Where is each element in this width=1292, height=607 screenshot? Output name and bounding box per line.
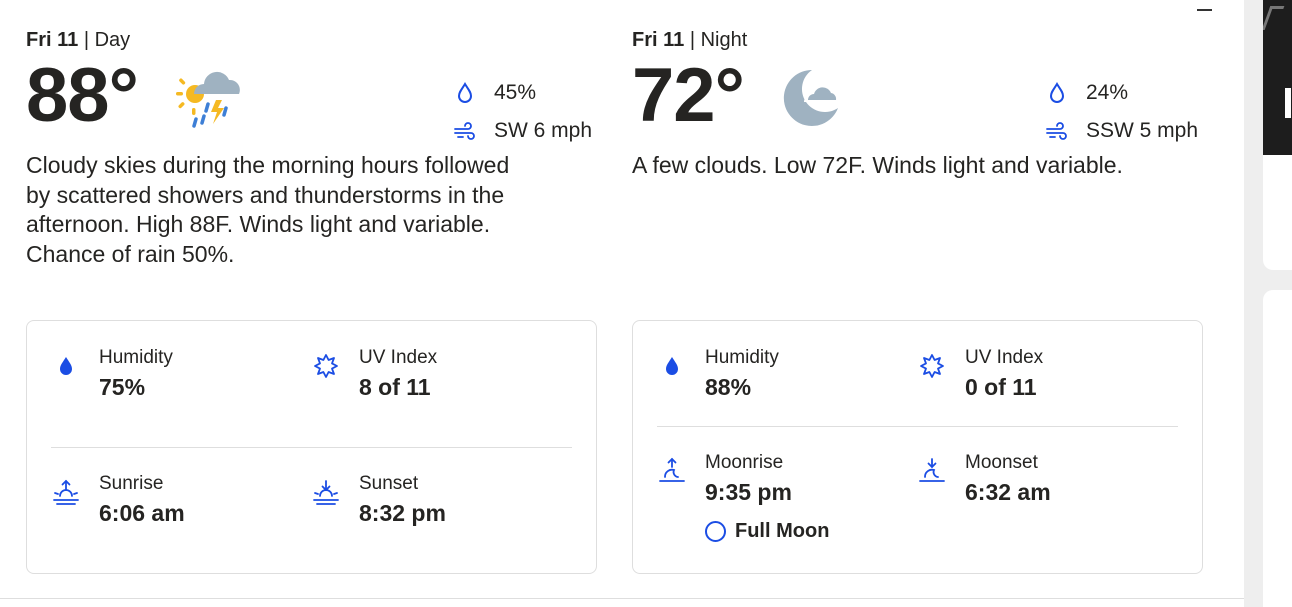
day-uv-value: 8 of 11 [359,374,431,400]
day-humidity-label: Humidity [99,347,173,368]
rail-card [1263,290,1292,607]
day-narrative: Cloudy skies during the morning hours fo… [26,152,510,267]
thumbnail-text-fragment [1285,88,1291,118]
full-moon-icon [705,521,726,542]
night-period: Night [700,29,748,51]
thumbnail-graphic [1263,6,1285,30]
day-details-divider [51,447,572,448]
humidity-drop-icon [51,351,81,381]
daily-forecast-detail: Fri 11 | Day 88° 45% SW 6 mph Cloudy ski… [0,0,1292,607]
moon-phase-label: Full Moon [735,520,830,542]
uv-sun-icon [311,351,341,381]
night-precip-value: 24% [1086,81,1129,104]
night-separator: | [689,29,696,51]
day-sunrise-value: 6:06 am [99,500,185,526]
partly-cloudy-night-icon [782,64,844,137]
day-wind-value: SW 6 mph [494,119,593,142]
night-date: Fri 11 [632,29,685,51]
day-details-card: Humidity 75% UV Index 8 of 11 Sunrise 6:… [26,320,597,574]
night-temperature: 72° [632,53,745,138]
night-moonrise-value: 9:35 pm [705,479,792,505]
day-stats: 45% SW 6 mph [454,74,592,150]
night-precip-row: 24% [1046,74,1198,112]
night-details-card: Humidity 88% UV Index 0 of 11 Moonrise 9… [632,320,1203,574]
night-moonset-value: 6:32 am [965,479,1051,505]
moon-phase: Full Moon [705,520,829,543]
rail-card [1263,155,1292,270]
wind-icon [1046,120,1068,142]
day-period: Day [94,29,131,51]
sunrise-icon [51,477,81,507]
scattered-thunderstorms-icon [174,64,246,137]
ad-thumbnail[interactable] [1263,0,1292,155]
night-uv-value: 0 of 11 [965,374,1037,400]
moonset-icon [917,456,947,486]
section-divider [0,598,1244,599]
night-wind-value: SSW 5 mph [1086,119,1199,142]
raindrop-outline-icon [1046,82,1068,104]
night-humidity-value: 88% [705,374,752,400]
day-date: Fri 11 [26,29,79,51]
night-narrative: A few clouds. Low 72F. Winds light and v… [632,152,1123,178]
day-separator: | [83,29,90,51]
raindrop-outline-icon [454,82,476,104]
day-wind-row: SW 6 mph [454,112,592,150]
moonrise-icon [657,456,687,486]
uv-sun-icon [917,351,947,381]
day-humidity-value: 75% [99,374,146,400]
night-details-divider [657,426,1178,427]
night-uv-label: UV Index [965,347,1044,368]
night-moonset-label: Moonset [965,452,1038,473]
night-moonrise-label: Moonrise [705,452,784,473]
night-humidity-label: Humidity [705,347,779,368]
night-date-line: Fri 11 | Night [632,29,747,52]
night-stats: 24% SSW 5 mph [1046,74,1198,150]
collapse-icon[interactable] [1197,9,1212,11]
humidity-drop-icon [657,351,687,381]
day-date-line: Fri 11 | Day [26,29,130,52]
day-precip-value: 45% [494,81,537,104]
night-wind-row: SSW 5 mph [1046,112,1198,150]
day-sunset-value: 8:32 pm [359,500,446,526]
day-uv-label: UV Index [359,347,438,368]
sunset-icon [311,477,341,507]
wind-icon [454,120,476,142]
day-precip-row: 45% [454,74,592,112]
day-sunrise-label: Sunrise [99,473,164,494]
day-temperature: 88° [26,53,139,138]
day-sunset-label: Sunset [359,473,419,494]
